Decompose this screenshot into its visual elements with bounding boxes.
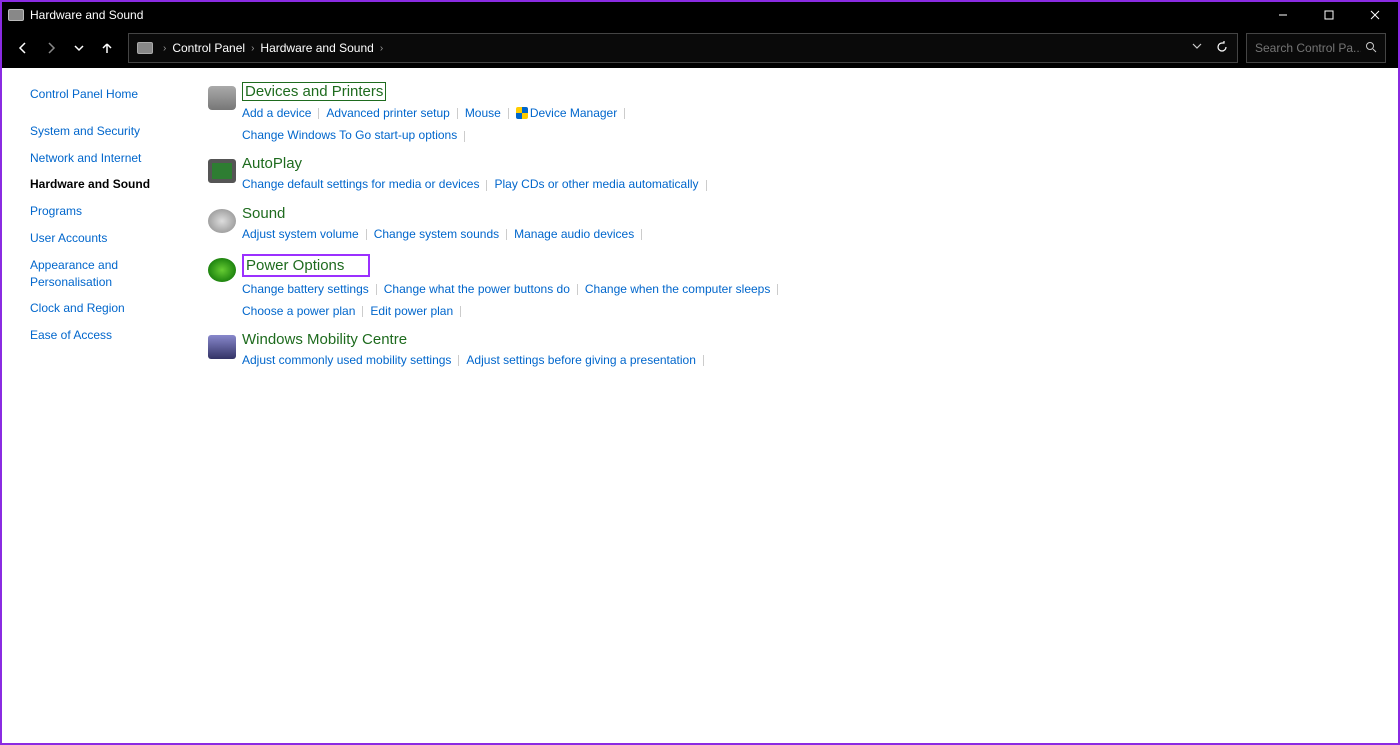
- sound-icon: [208, 209, 236, 233]
- window-title: Hardware and Sound: [30, 8, 143, 22]
- maximize-button[interactable]: [1306, 2, 1352, 28]
- link-edit-power-plan[interactable]: Edit power plan: [370, 304, 453, 318]
- breadcrumb-control-panel[interactable]: Control Panel: [172, 41, 245, 55]
- sidebar-item-appearance-and-personalisation[interactable]: Appearance and Personalisation: [30, 257, 192, 291]
- separator: [457, 108, 458, 119]
- link-change-system-sounds[interactable]: Change system sounds: [374, 227, 499, 241]
- search-icon: [1365, 41, 1377, 56]
- link-adjust-commonly-used-mobility-settings[interactable]: Adjust commonly used mobility settings: [242, 353, 451, 367]
- category-windows-mobility-centre: Windows Mobility Centre Adjust commonly u…: [202, 331, 1378, 370]
- chevron-right-icon: ›: [163, 43, 166, 54]
- minimize-button[interactable]: [1260, 2, 1306, 28]
- sidebar-item-clock-and-region[interactable]: Clock and Region: [30, 300, 192, 317]
- sidebar: Control Panel Home System and Security Ne…: [2, 68, 202, 743]
- address-history-dropdown[interactable]: [1191, 40, 1203, 57]
- link-mouse[interactable]: Mouse: [465, 106, 501, 120]
- link-choose-a-power-plan[interactable]: Choose a power plan: [242, 304, 355, 318]
- link-change-default-settings-for-media-or-devices[interactable]: Change default settings for media or dev…: [242, 177, 479, 191]
- chevron-right-icon: ›: [251, 43, 254, 54]
- separator: [464, 131, 465, 142]
- titlebar: Hardware and Sound: [2, 2, 1398, 28]
- separator: [641, 229, 642, 240]
- link-play-cds-or-other-media-automatically[interactable]: Play CDs or other media automatically: [494, 177, 698, 191]
- address-bar[interactable]: › Control Panel › Hardware and Sound ›: [128, 33, 1238, 63]
- separator: [706, 180, 707, 191]
- category-title[interactable]: Sound: [242, 205, 285, 222]
- sidebar-item-programs[interactable]: Programs: [30, 203, 192, 220]
- link-device-manager[interactable]: Device Manager: [516, 106, 617, 120]
- sidebar-item-network-and-internet[interactable]: Network and Internet: [30, 150, 192, 167]
- close-button[interactable]: [1352, 2, 1398, 28]
- link-change-when-the-computer-sleeps[interactable]: Change when the computer sleeps: [585, 282, 770, 296]
- mobility-icon: [208, 335, 236, 359]
- address-icon: [137, 42, 153, 54]
- category-power-options: Power Options Change battery settings Chan…: [202, 254, 1378, 321]
- separator: [777, 284, 778, 295]
- recent-dropdown[interactable]: [66, 34, 92, 62]
- separator: [577, 284, 578, 295]
- category-title[interactable]: Power Options: [242, 254, 370, 277]
- link-change-windows-to-go-start-up-options[interactable]: Change Windows To Go start-up options: [242, 128, 457, 142]
- separator: [460, 306, 461, 317]
- category-sound: Sound Adjust system volume Change system s…: [202, 205, 1378, 244]
- shield-icon: [516, 107, 528, 119]
- link-change-what-the-power-buttons-do[interactable]: Change what the power buttons do: [384, 282, 570, 296]
- category-devices-and-printers: Devices and Printers Add a device Advanced…: [202, 82, 1378, 145]
- printer-icon: [208, 86, 236, 110]
- navbar: › Control Panel › Hardware and Sound ›: [2, 28, 1398, 68]
- category-title[interactable]: Devices and Printers: [242, 82, 386, 101]
- up-button[interactable]: [94, 34, 120, 62]
- sidebar-item-user-accounts[interactable]: User Accounts: [30, 230, 192, 247]
- forward-button[interactable]: [38, 34, 64, 62]
- sidebar-home[interactable]: Control Panel Home: [30, 86, 192, 103]
- separator: [362, 306, 363, 317]
- separator: [703, 355, 704, 366]
- search-input[interactable]: [1255, 41, 1361, 55]
- main-panel: Devices and Printers Add a device Advanced…: [202, 68, 1398, 743]
- back-button[interactable]: [10, 34, 36, 62]
- category-autoplay: AutoPlay Change default settings for medi…: [202, 155, 1378, 194]
- category-title[interactable]: AutoPlay: [242, 155, 302, 172]
- sidebar-item-hardware-and-sound[interactable]: Hardware and Sound: [30, 176, 192, 193]
- sidebar-item-ease-of-access[interactable]: Ease of Access: [30, 327, 192, 344]
- app-icon: [8, 9, 24, 21]
- separator: [376, 284, 377, 295]
- autoplay-icon: [208, 159, 236, 183]
- separator: [486, 180, 487, 191]
- separator: [624, 108, 625, 119]
- link-manage-audio-devices[interactable]: Manage audio devices: [514, 227, 634, 241]
- content-area: Control Panel Home System and Security Ne…: [2, 68, 1398, 743]
- link-advanced-printer-setup[interactable]: Advanced printer setup: [326, 106, 449, 120]
- link-adjust-system-volume[interactable]: Adjust system volume: [242, 227, 359, 241]
- separator: [366, 229, 367, 240]
- separator: [506, 229, 507, 240]
- power-icon: [208, 258, 236, 282]
- separator: [318, 108, 319, 119]
- link-adjust-settings-before-giving-a-presentation[interactable]: Adjust settings before giving a presenta…: [466, 353, 695, 367]
- link-add-a-device[interactable]: Add a device: [242, 106, 311, 120]
- refresh-button[interactable]: [1215, 40, 1229, 57]
- separator: [458, 355, 459, 366]
- link-change-battery-settings[interactable]: Change battery settings: [242, 282, 369, 296]
- category-title[interactable]: Windows Mobility Centre: [242, 331, 407, 348]
- search-box[interactable]: [1246, 33, 1386, 63]
- chevron-right-icon: ›: [380, 43, 383, 54]
- breadcrumb-hardware-and-sound[interactable]: Hardware and Sound: [260, 41, 373, 55]
- sidebar-item-system-and-security[interactable]: System and Security: [30, 123, 192, 140]
- separator: [508, 108, 509, 119]
